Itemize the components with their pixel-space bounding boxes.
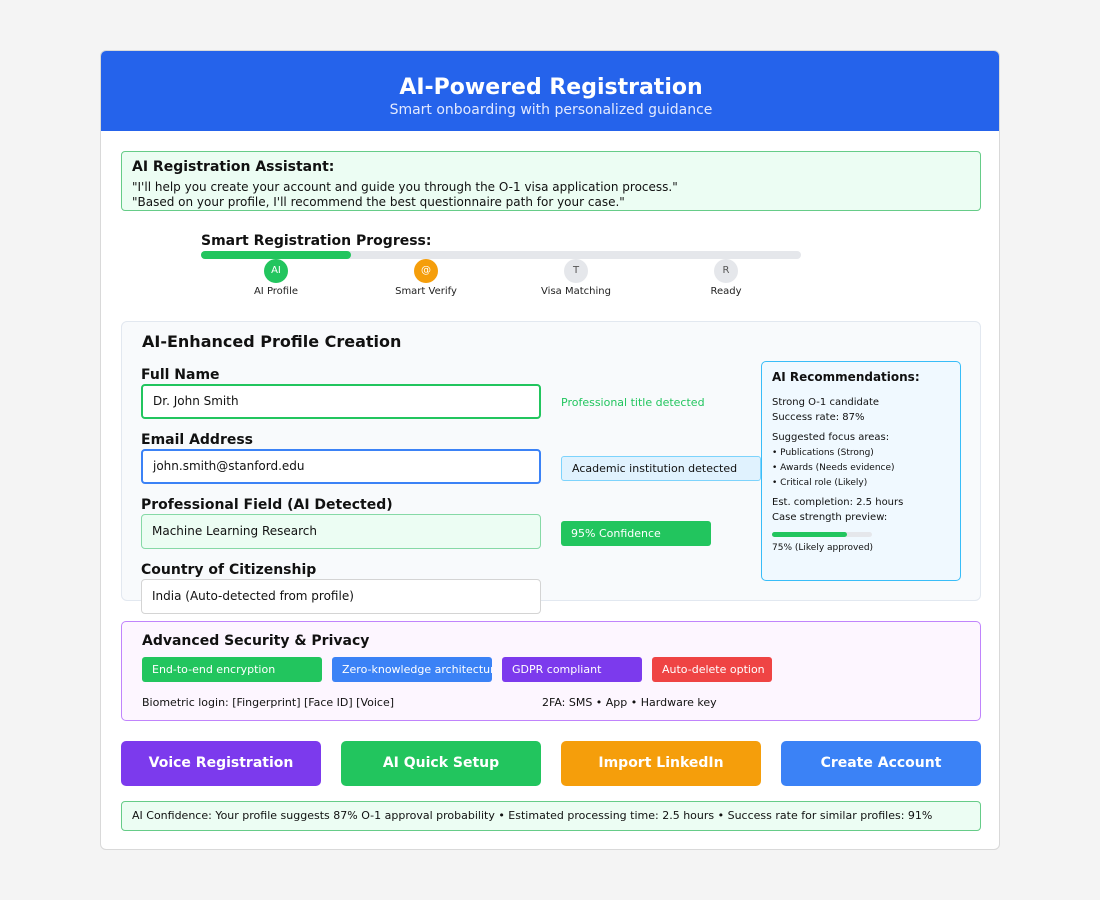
step-ai-profile[interactable]: AI AI Profile — [216, 259, 336, 297]
assistant-title: AI Registration Assistant: — [132, 159, 335, 175]
step-ready[interactable]: R Ready — [666, 259, 786, 297]
page-subtitle: Smart onboarding with personalized guida… — [389, 102, 713, 118]
focus-area-item: • Publications (Strong) — [772, 448, 874, 458]
step-label: AI Profile — [253, 286, 299, 297]
assistant-panel: AI Registration Assistant: "I'll help yo… — [121, 151, 981, 211]
progress-bar — [201, 251, 801, 259]
case-strength-label: Case strength preview: — [772, 512, 888, 523]
ai-recommendations-panel: AI Recommendations: Strong O-1 candidate… — [761, 361, 961, 581]
voice-registration-button[interactable]: Voice Registration — [121, 741, 321, 786]
recommendations-title: AI Recommendations: — [772, 370, 920, 384]
step-smart-verify[interactable]: @ Smart Verify — [366, 259, 486, 297]
chip-gdpr[interactable]: GDPR compliant — [502, 657, 642, 682]
full-name-input[interactable]: Dr. John Smith — [141, 384, 541, 419]
profile-section-title: AI-Enhanced Profile Creation — [142, 332, 402, 351]
email-label: Email Address — [141, 432, 254, 448]
step-label: Ready — [710, 286, 742, 297]
step-ready-icon: R — [714, 259, 738, 283]
ai-quick-setup-button[interactable]: AI Quick Setup — [341, 741, 541, 786]
biometric-login-options[interactable]: Biometric login: [Fingerprint] [Face ID]… — [142, 696, 394, 709]
case-strength-bar — [772, 532, 872, 537]
ai-confidence-footer: AI Confidence: Your profile suggests 87%… — [121, 801, 981, 831]
import-linkedin-button[interactable]: Import LinkedIn — [561, 741, 761, 786]
page-header: AI-Powered Registration Smart onboarding… — [101, 51, 999, 131]
chip-auto-delete[interactable]: Auto-delete option — [652, 657, 772, 682]
professional-field-input[interactable]: Machine Learning Research — [141, 514, 541, 549]
case-strength-bar-fill — [772, 532, 847, 537]
email-input[interactable]: john.smith@stanford.edu — [141, 449, 541, 484]
success-rate-text: Success rate: 87% — [772, 412, 865, 423]
page-title: AI-Powered Registration — [399, 75, 703, 100]
step-ai-profile-icon: AI — [264, 259, 288, 283]
assistant-message: "I'll help you create your account and g… — [132, 180, 678, 194]
chip-zero-knowledge[interactable]: Zero-knowledge architecture — [332, 657, 492, 682]
two-factor-options[interactable]: 2FA: SMS • App • Hardware key — [542, 696, 717, 709]
country-label: Country of Citizenship — [141, 562, 317, 578]
case-strength-text: 75% (Likely approved) — [772, 543, 874, 553]
candidate-text: Strong O-1 candidate — [772, 397, 880, 408]
focus-area-item: • Critical role (Likely) — [772, 478, 868, 488]
name-hint: Professional title detected — [561, 396, 705, 409]
security-section: Advanced Security & Privacy End-to-end e… — [121, 621, 981, 721]
assistant-message: "Based on your profile, I'll recommend t… — [132, 195, 625, 209]
step-smart-verify-icon: @ — [414, 259, 438, 283]
full-name-label: Full Name — [141, 367, 220, 383]
focus-area-item: • Awards (Needs evidence) — [772, 463, 895, 473]
registration-card: AI-Powered Registration Smart onboarding… — [100, 50, 1000, 850]
country-input[interactable]: India (Auto-detected from profile) — [141, 579, 541, 614]
email-hint: Academic institution detected — [561, 456, 761, 481]
step-visa-matching-icon: T — [564, 259, 588, 283]
create-account-button[interactable]: Create Account — [781, 741, 981, 786]
focus-areas-title: Suggested focus areas: — [772, 432, 890, 443]
progress-title: Smart Registration Progress: — [201, 233, 432, 249]
step-label: Visa Matching — [541, 286, 611, 297]
professional-field-label: Professional Field (AI Detected) — [141, 497, 393, 513]
security-title: Advanced Security & Privacy — [142, 633, 370, 649]
confidence-badge: 95% Confidence — [561, 521, 711, 546]
step-visa-matching[interactable]: T Visa Matching — [516, 259, 636, 297]
progress-bar-fill — [201, 251, 351, 259]
step-label: Smart Verify — [395, 286, 457, 297]
chip-encryption[interactable]: End-to-end encryption — [142, 657, 322, 682]
completion-estimate: Est. completion: 2.5 hours — [772, 497, 904, 508]
